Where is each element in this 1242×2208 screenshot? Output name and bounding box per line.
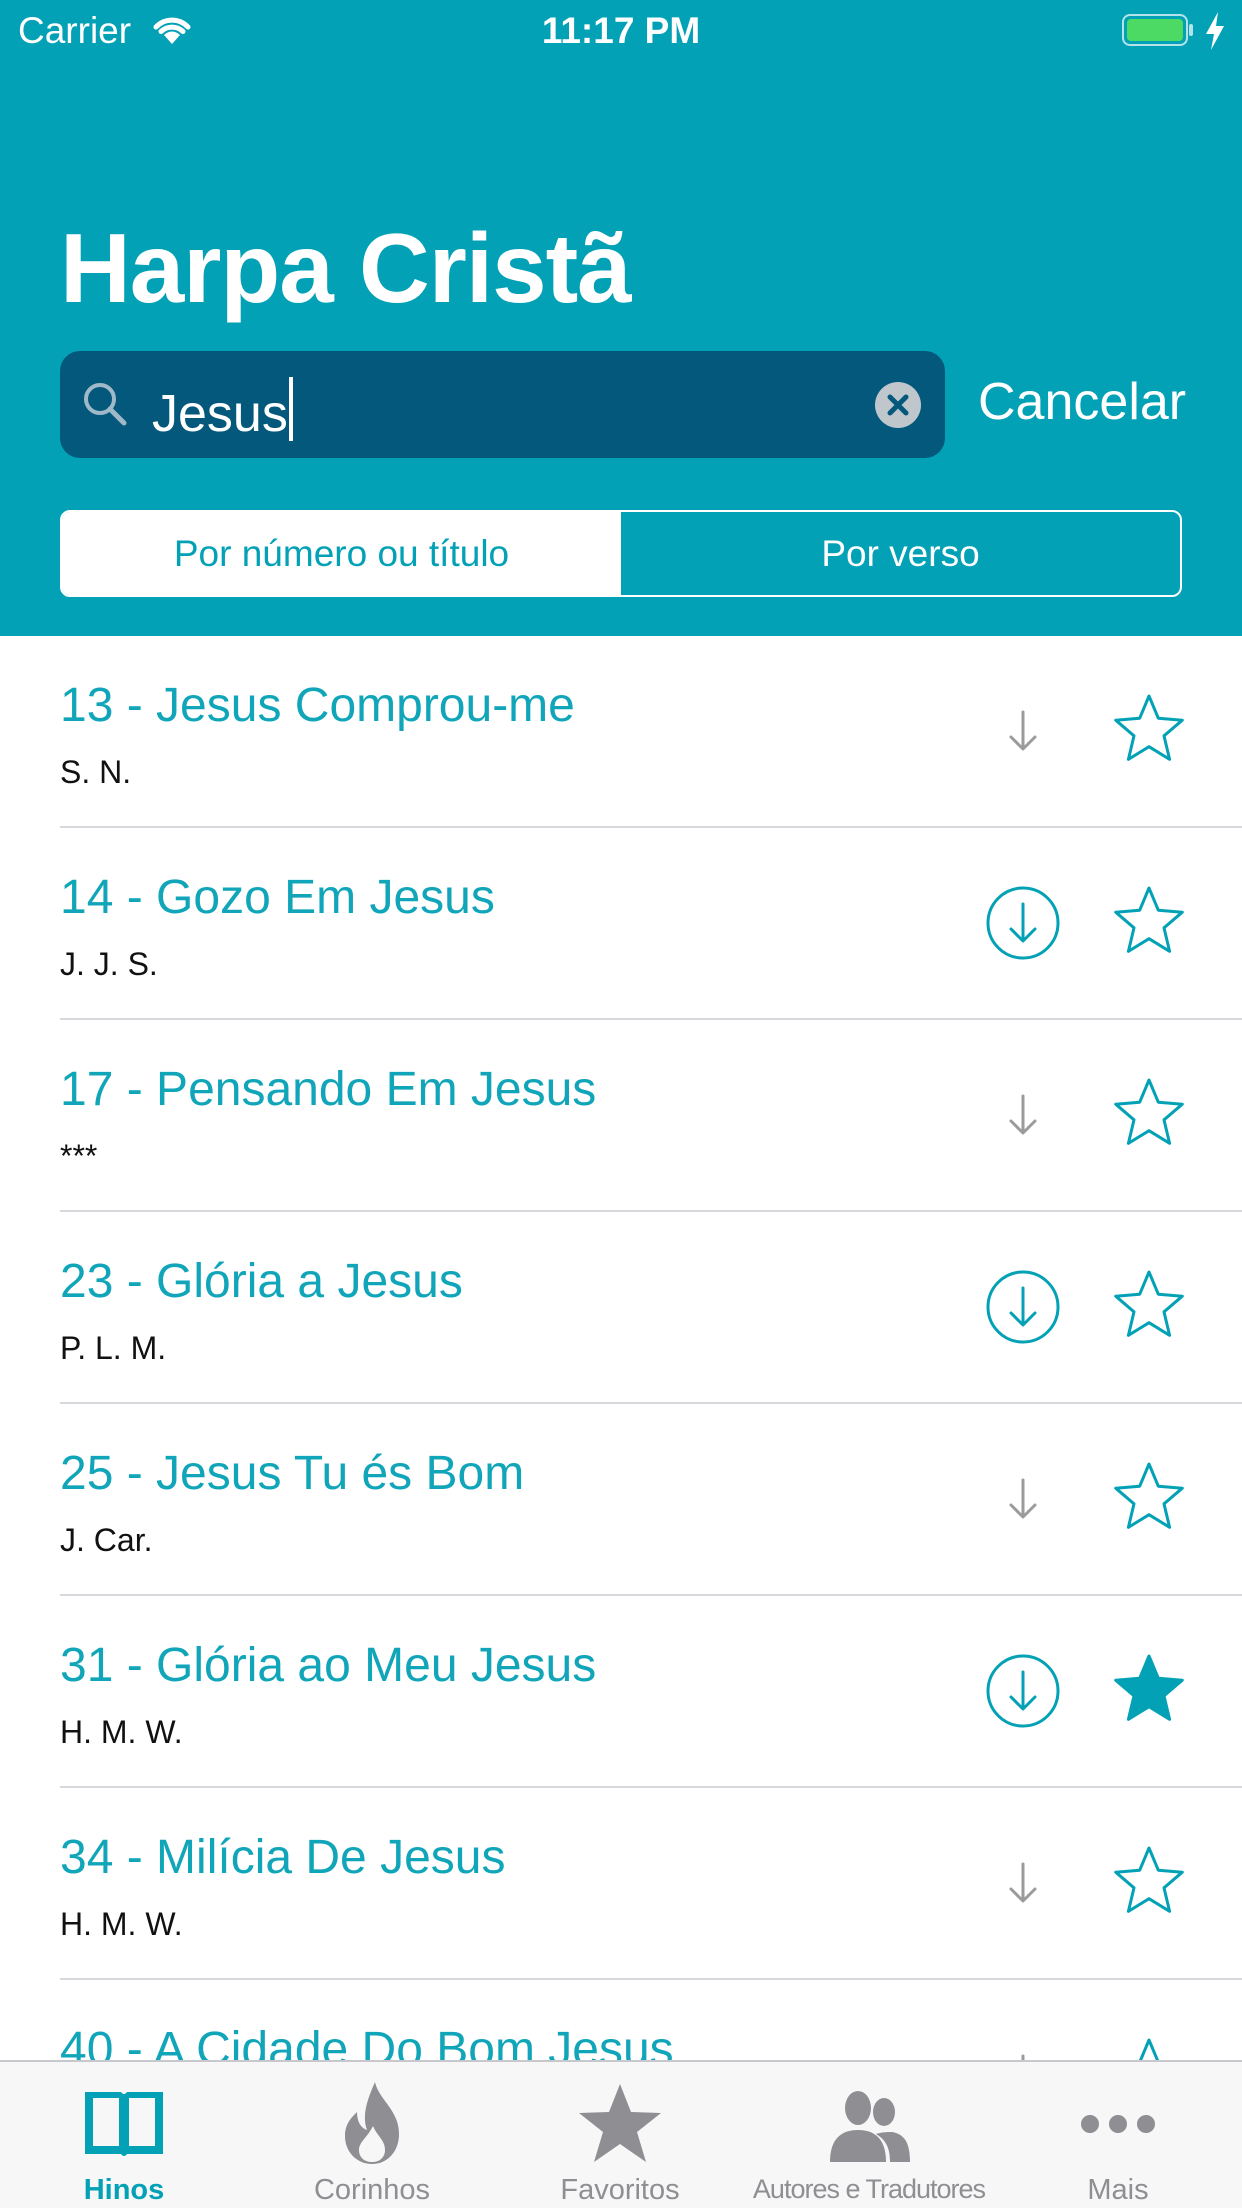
tab-more[interactable]: Mais [994,2062,1242,2208]
tab-book[interactable]: Hinos [0,2062,248,2208]
more-icon [1073,2080,1163,2166]
download-icon[interactable] [984,1076,1062,1154]
hymn-row[interactable]: 25 - Jesus Tu és Bom J. Car. [0,1404,1242,1596]
flame-icon [327,2080,417,2166]
battery-icon [1122,14,1193,46]
hymn-title: 31 - Glória ao Meu Jesus [60,1639,597,1692]
people-icon [824,2080,914,2166]
hymn-title: 13 - Jesus Comprou-me [60,679,575,732]
search-icon [84,383,127,426]
hymn-row[interactable]: 13 - Jesus Comprou-me S. N. [0,636,1242,828]
clock-label: 11:17 PM [541,10,701,51]
status-bar: Carrier 11:17 PM [0,0,1242,62]
star-filled-icon[interactable] [1112,1652,1186,1726]
hymn-author: J. Car. [60,1522,153,1558]
hymn-author: *** [60,1138,98,1174]
tab-bar: Hinos Corinhos Favoritos Autores e Tradutor… [0,2060,1242,2208]
downloaded-icon[interactable] [984,1268,1062,1346]
search-mode-segmented-control: Por número ou título Por verso [60,510,1182,597]
clear-icon [887,394,909,416]
tab-label: Favoritos [560,2174,680,2206]
hymn-row[interactable]: 14 - Gozo Em Jesus J. J. S. [0,828,1242,1020]
star-outline-icon[interactable] [1112,692,1186,766]
star-outline-icon[interactable] [1112,1844,1186,1918]
clear-search-button[interactable] [875,382,921,428]
star-outline-icon[interactable] [1112,884,1186,958]
tab-flame[interactable]: Corinhos [248,2062,496,2208]
hymn-row[interactable]: 23 - Glória a Jesus P. L. M. [0,1212,1242,1404]
hymn-title: 23 - Glória a Jesus [60,1255,463,1308]
hymn-list: 13 - Jesus Comprou-me S. N. 14 - Gozo Em J… [0,636,1242,2172]
search-input[interactable]: Jesus [60,351,945,458]
star-outline-icon[interactable] [1112,1076,1186,1150]
download-icon[interactable] [984,1844,1062,1922]
hymn-author: S. N. [60,754,132,790]
hymn-row[interactable]: 31 - Glória ao Meu Jesus H. M. W. [0,1596,1242,1788]
hymn-author: H. M. W. [60,1714,183,1750]
tab-label: Mais [1087,2174,1149,2206]
text-caret [288,377,293,441]
hymn-author: P. L. M. [60,1330,167,1366]
header: Carrier 11:17 PM Harpa Cristã Jesus Canc… [0,0,1242,636]
download-icon[interactable] [984,1460,1062,1538]
hymn-row[interactable]: 17 - Pensando Em Jesus *** [0,1020,1242,1212]
download-icon[interactable] [984,692,1062,770]
hymn-title: 17 - Pensando Em Jesus [60,1063,597,1116]
hymn-author: H. M. W. [60,1906,183,1942]
hymn-title: 25 - Jesus Tu és Bom [60,1447,525,1500]
star-outline-icon[interactable] [1112,1268,1186,1342]
hymn-author: J. J. S. [60,946,158,982]
charging-icon [1206,12,1224,50]
hymn-title: 34 - Milícia De Jesus [60,1831,506,1884]
segment-by-verse[interactable]: Por verso [621,512,1180,595]
downloaded-icon[interactable] [984,1652,1062,1730]
segment-number-or-title[interactable]: Por número ou título [62,512,621,595]
page-title: Harpa Cristã [60,213,632,323]
tab-people[interactable]: Autores e Tradutores [744,2062,994,2208]
search-query: Jesus [152,377,293,444]
hymn-row[interactable]: 34 - Milícia De Jesus H. M. W. [0,1788,1242,1980]
cancel-button[interactable]: Cancelar [978,372,1186,432]
downloaded-icon[interactable] [984,884,1062,962]
star-outline-icon[interactable] [1112,1460,1186,1534]
book-icon [79,2080,169,2166]
tab-label: Autores e Tradutores [752,2174,986,2204]
star-icon [575,2080,665,2166]
tab-star[interactable]: Favoritos [496,2062,744,2208]
tab-label: Hinos [83,2174,165,2206]
hymn-title: 14 - Gozo Em Jesus [60,871,495,924]
tab-label: Corinhos [313,2174,431,2206]
